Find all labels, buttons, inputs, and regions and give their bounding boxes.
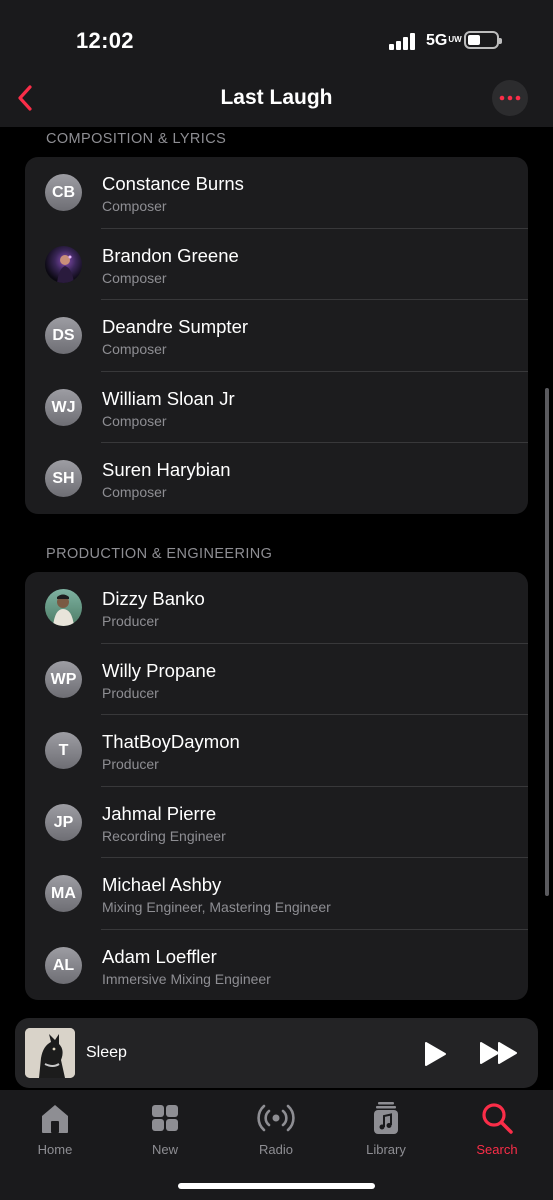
play-icon[interactable] (423, 1041, 447, 1072)
avatar: T (45, 732, 82, 769)
tab-new[interactable]: New (120, 1100, 210, 1157)
home-icon (42, 1105, 68, 1133)
list-item[interactable]: JP Jahmal Pierre Recording Engineer (25, 787, 528, 858)
list-item[interactable]: SH Suren Harybian Composer (25, 443, 528, 514)
credits-card-production: Dizzy Banko Producer WP Willy Propane Pr… (25, 572, 528, 1000)
status-time: 12:02 (76, 28, 134, 53)
list-item[interactable]: CB Constance Burns Composer (25, 157, 528, 229)
person-role: Composer (102, 269, 167, 286)
avatar-photo (45, 589, 82, 626)
person-role: Recording Engineer (102, 827, 226, 844)
person-name: Jahmal Pierre (102, 802, 217, 824)
person-role: Producer (102, 756, 159, 772)
page-title: Last Laugh (220, 86, 333, 109)
now-playing-title: Sleep (86, 1044, 127, 1061)
tab-search[interactable]: Search (452, 1100, 542, 1157)
list-item[interactable]: AL Adam Loeffler Immersive Mixing Engine… (25, 930, 528, 1001)
person-name: Constance Burns (102, 173, 244, 194)
person-name: Michael Ashby (102, 874, 222, 895)
network-indicator: 5GUW (426, 32, 462, 49)
avatar: WP (45, 660, 82, 698)
avatar: WJ (45, 388, 82, 426)
mini-player[interactable]: Sleep (15, 1018, 538, 1088)
list-item[interactable]: WJ William Sloan Jr Composer (25, 372, 528, 443)
person-name: Willy Propane (102, 659, 217, 681)
avatar-photo (45, 245, 82, 283)
search-icon (482, 1103, 513, 1134)
person-name: Suren Harybian (102, 459, 231, 480)
battery-icon (464, 31, 502, 49)
avatar: SH (45, 460, 82, 497)
person-role: Composer (102, 484, 167, 500)
section-title-composition: COMPOSITION & LYRICS (46, 131, 227, 147)
grid-icon (152, 1105, 178, 1131)
album-artwork (25, 1028, 75, 1078)
signal-icon (389, 32, 417, 50)
person-name: Adam Loeffler (102, 945, 217, 967)
credits-card-composition: CB Constance Burns Composer Brandon Gree… (25, 157, 528, 514)
forward-icon[interactable] (479, 1041, 519, 1070)
person-role: Composer (102, 198, 167, 214)
tab-home[interactable]: Home (10, 1100, 100, 1157)
person-name: Brandon Greene (102, 244, 239, 266)
section-title-production: PRODUCTION & ENGINEERING (46, 546, 273, 562)
radio-icon (257, 1104, 295, 1132)
more-button[interactable] (492, 80, 528, 116)
list-item[interactable]: MA Michael Ashby Mixing Engineer, Master… (25, 858, 528, 930)
avatar: MA (45, 875, 82, 912)
person-name: ThatBoyDaymon (102, 731, 240, 752)
person-name: Dizzy Banko (102, 588, 205, 609)
list-item[interactable]: WP Willy Propane Producer (25, 644, 528, 715)
library-icon (374, 1102, 398, 1134)
avatar: DS (45, 317, 82, 354)
avatar: JP (45, 803, 82, 841)
list-item[interactable]: Brandon Greene Composer (25, 229, 528, 300)
person-role: Composer (102, 412, 167, 429)
status-bar: 12:02 5GUW (0, 0, 553, 70)
tab-radio[interactable]: Radio (231, 1100, 321, 1157)
scrollbar-thumb[interactable] (545, 388, 549, 896)
navigation-bar: Last Laugh (0, 70, 553, 127)
avatar: AL (45, 946, 82, 984)
person-role: Producer (102, 684, 159, 701)
list-item[interactable]: DS Deandre Sumpter Composer (25, 300, 528, 372)
list-item[interactable]: Dizzy Banko Producer (25, 572, 528, 644)
tab-library[interactable]: Library (341, 1100, 431, 1157)
list-item[interactable]: T ThatBoyDaymon Producer (25, 715, 528, 787)
person-role: Producer (102, 613, 159, 629)
person-name: Deandre Sumpter (102, 316, 249, 337)
person-role: Mixing Engineer, Mastering Engineer (102, 899, 331, 915)
ellipsis-icon (499, 95, 521, 101)
home-indicator[interactable] (178, 1183, 375, 1189)
person-role: Composer (102, 341, 167, 357)
person-role: Immersive Mixing Engineer (102, 970, 271, 987)
person-name: William Sloan Jr (102, 387, 235, 409)
avatar: CB (45, 174, 82, 211)
